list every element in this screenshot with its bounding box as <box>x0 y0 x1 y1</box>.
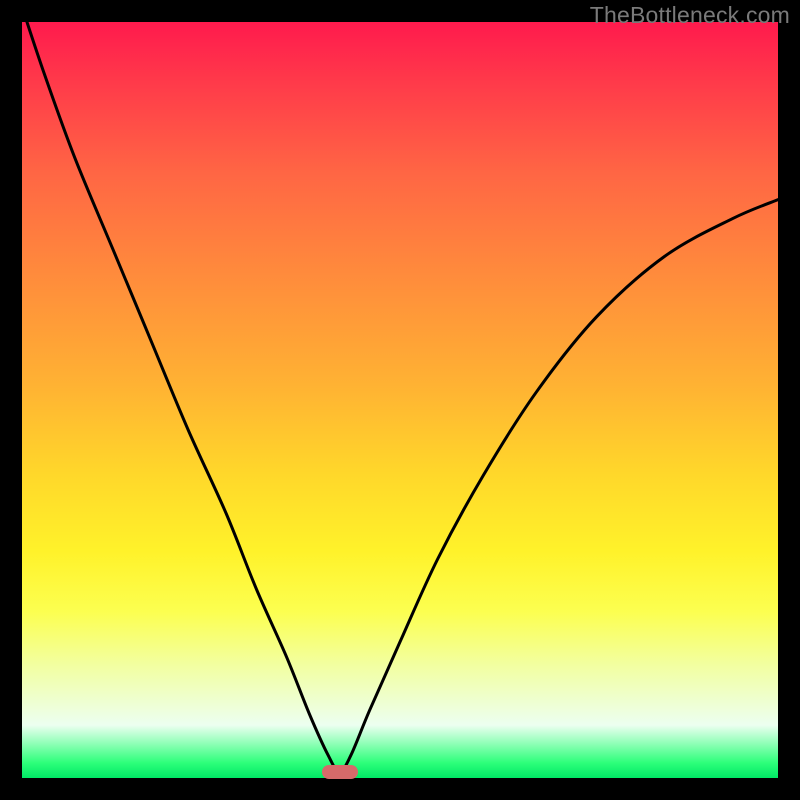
watermark-text: TheBottleneck.com <box>590 2 790 29</box>
optimal-marker <box>322 765 358 779</box>
chart-plot-area <box>22 22 778 778</box>
bottleneck-curve <box>22 22 778 778</box>
